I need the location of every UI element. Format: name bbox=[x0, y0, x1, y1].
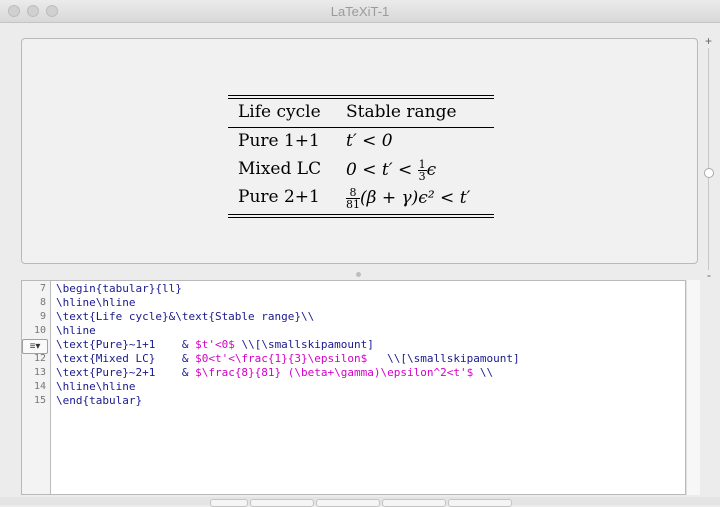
preview-row-math: t′ < 0 bbox=[346, 131, 393, 151]
preview-row-pure-1-1: Pure 1+1 t′ < 0 bbox=[228, 128, 494, 156]
code-line: \text{Pure}~1+1 & $t'<0$ \\[\smallskipam… bbox=[56, 338, 374, 351]
toolbar-segment[interactable] bbox=[210, 499, 248, 507]
toolbar-segment[interactable] bbox=[448, 499, 512, 507]
zoom-slider-track[interactable] bbox=[708, 48, 709, 270]
fraction-one-third: 13 bbox=[417, 158, 427, 183]
toolbar-segment[interactable] bbox=[382, 499, 446, 507]
fraction-eight-81: 8 81 bbox=[346, 186, 360, 211]
preview-row-math: 8 81 (β + γ)ϵ² < t′ bbox=[346, 186, 471, 211]
preview-row-math: 0 < t′ < 13ϵ bbox=[346, 158, 437, 183]
line-number-gutter: 7 8 9 10 11 12 13 14 15 bbox=[22, 281, 51, 494]
window-title: LaTeXiT-1 bbox=[330, 4, 390, 19]
list-menu-icon[interactable]: ≡▾ bbox=[22, 339, 48, 354]
code-line: \text{Mixed LC} & $0<t'<\frac{1}{3}\epsi… bbox=[56, 352, 520, 365]
zoom-out-label: - bbox=[707, 268, 711, 282]
preview-row-mixed-lc: Mixed LC 0 < t′ < 13ϵ bbox=[228, 156, 494, 184]
code-line: \text{Pure}~2+1 & $\frac{8}{81} (\beta+\… bbox=[56, 366, 494, 379]
preview-row-pure-2-1: Pure 2+1 8 81 (β + γ)ϵ² < t′ bbox=[228, 184, 494, 212]
line-number: 12 bbox=[33, 353, 46, 364]
code-line: \end{tabular} bbox=[56, 394, 143, 407]
preview-row-label: Pure 1+1 bbox=[238, 131, 320, 151]
code-line: \begin{tabular}{ll} bbox=[56, 282, 182, 295]
line-number: 9 bbox=[39, 311, 46, 322]
zoom-slider-knob[interactable] bbox=[704, 168, 714, 178]
code-line: \hline\hline bbox=[56, 380, 136, 393]
zoom-in-label: + bbox=[705, 34, 713, 48]
line-number: 13 bbox=[33, 367, 46, 378]
editor-scrollbar[interactable] bbox=[686, 280, 700, 495]
latex-source-editor[interactable]: 7 8 9 10 11 12 13 14 15 ≡▾ \begin{tabula… bbox=[21, 280, 686, 495]
code-line: \hline\hline bbox=[56, 296, 136, 309]
line-number: 14 bbox=[33, 381, 46, 392]
toolbar-segment[interactable] bbox=[316, 499, 380, 507]
line-number: 10 bbox=[33, 325, 46, 336]
preview-row-label: Pure 2+1 bbox=[238, 187, 320, 207]
preview-header-stable-range: Stable range bbox=[346, 102, 457, 122]
code-line: \hline bbox=[56, 324, 96, 337]
preview-table: Life cycle Stable range Pure 1+1 t′ < 0 … bbox=[228, 95, 494, 218]
code-line: \text{Life cycle}&\text{Stable range}\\ bbox=[56, 310, 315, 323]
line-number: 8 bbox=[39, 297, 46, 308]
title-bar: LaTeXiT-1 bbox=[0, 0, 720, 23]
line-number: 7 bbox=[39, 283, 46, 294]
preview-header-row: Life cycle Stable range bbox=[228, 99, 494, 127]
line-number: 15 bbox=[33, 395, 46, 406]
equation-preview[interactable]: Life cycle Stable range Pure 1+1 t′ < 0 … bbox=[21, 38, 698, 264]
preview-row-label: Mixed LC bbox=[238, 159, 322, 179]
split-view-handle[interactable] bbox=[356, 272, 361, 277]
preview-header-life-cycle: Life cycle bbox=[238, 102, 321, 122]
toolbar-segment[interactable] bbox=[250, 499, 314, 507]
